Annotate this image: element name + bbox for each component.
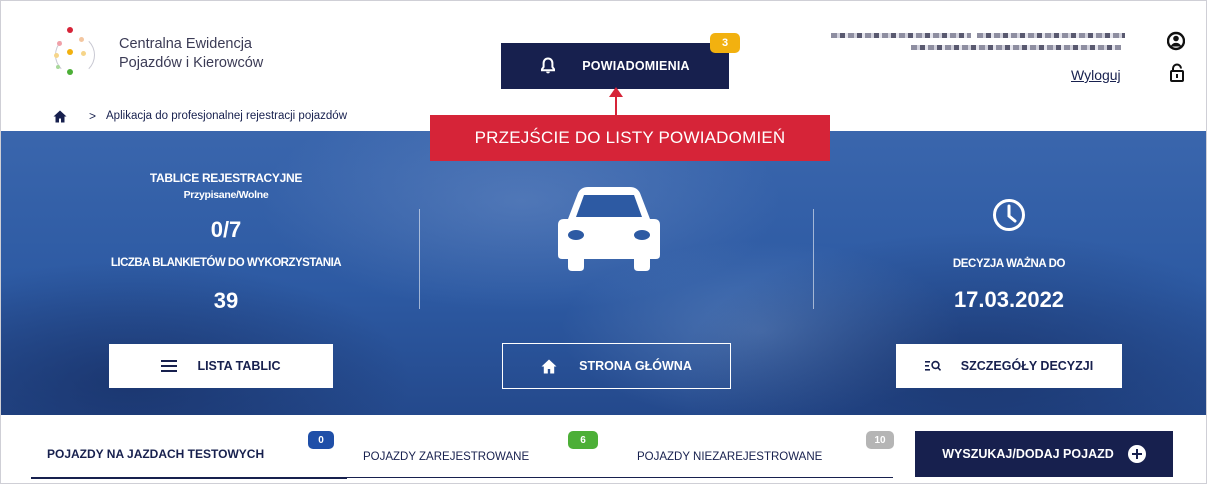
notifications-button[interactable]: POWIADOMIENIA (501, 43, 729, 89)
search-add-label: WYSZUKAJ/DODAJ POJAZD (942, 447, 1114, 461)
home-icon[interactable] (53, 110, 67, 123)
tab-label: POJAZDY NIEZAREJESTROWANE (637, 451, 823, 463)
active-tab-underline (31, 477, 347, 479)
home-icon (541, 359, 557, 373)
tab-test-drive-vehicles[interactable]: POJAZDY NA JAZDACH TESTOWYCH (47, 447, 264, 461)
brand-line-1: Centralna Ewidencja (119, 36, 252, 52)
tab-count-badge: 10 (866, 431, 894, 449)
home-page-label: STRONA GŁÓWNA (579, 359, 692, 373)
brand-line-2: Pojazdów i Kierowców (119, 55, 264, 71)
menu-icon (161, 360, 178, 372)
plates-value: 0/7 (210, 217, 242, 242)
clock-icon (993, 199, 1025, 231)
breadcrumb: > Aplikacja do profesjonalnej rejestracj… (53, 109, 347, 123)
user-account-icon[interactable] (1167, 31, 1185, 51)
home-page-button[interactable]: STRONA GŁÓWNA (502, 343, 731, 389)
hero-banner: TABLICE REJESTRACYJNE Przypisane/Wolne 0… (1, 131, 1206, 415)
tab-label: POJAZDY ZAREJESTROWANE (363, 451, 530, 463)
brand-name: Centralna Ewidencja Pojazdów i Kierowców (119, 35, 263, 73)
tab-count-badge: 0 (308, 431, 334, 449)
divider-left (419, 209, 420, 309)
tab-registered-vehicles[interactable]: POJAZDY ZAREJESTROWANE (363, 451, 529, 463)
plates-list-button[interactable]: LISTA TABLIC (109, 344, 333, 388)
plates-subtitle: Przypisane/Wolne (183, 189, 269, 201)
tab-unregistered-vehicles[interactable]: POJAZDY NIEZAREJESTROWANE (637, 451, 822, 463)
user-info-redacted (831, 27, 1131, 61)
decision-title: DECYZJA WAŻNA DO (952, 258, 1066, 270)
blanks-value: 39 (213, 288, 239, 313)
breadcrumb-current: Aplikacja do profesjonalnej rejestracji … (106, 110, 348, 122)
plates-title: TABLICE REJESTRACYJNE (149, 171, 303, 185)
cepik-logo (51, 27, 99, 81)
search-add-vehicle-button[interactable]: WYSZUKAJ/DODAJ POJAZD (915, 431, 1173, 477)
callout-annotation: PRZEJŚCIE DO LISTY POWIADOMIEŃ (430, 115, 830, 161)
notifications-count-badge: 3 (710, 33, 740, 53)
app-frame: Centralna Ewidencja Pojazdów i Kierowców… (0, 0, 1207, 484)
callout-arrow (615, 91, 617, 117)
tab-label: POJAZDY NA JAZDACH TESTOWYCH (47, 447, 265, 461)
plus-circle-icon (1127, 445, 1146, 463)
notifications-label: POWIADOMIENIA (582, 59, 690, 73)
list-search-icon (924, 360, 941, 371)
decision-date: 17.03.2022 (953, 287, 1065, 312)
tabs-baseline (347, 477, 893, 478)
car-icon (558, 187, 660, 271)
tab-count-badge: 6 (568, 431, 598, 449)
unlock-icon (1170, 63, 1184, 82)
plates-list-label: LISTA TABLIC (197, 359, 281, 373)
decision-details-button[interactable]: SZCZEGÓŁY DECYZJI (896, 344, 1122, 388)
bell-icon (541, 57, 556, 74)
logout-link[interactable]: Wyloguj (1071, 67, 1121, 83)
chevron-right-icon: > (89, 109, 97, 123)
divider-right (813, 209, 814, 309)
blanks-title: LICZBA BLANKIETÓW DO WYKORZYSTANIA (110, 257, 342, 269)
decision-details-label: SZCZEGÓŁY DECYZJI (960, 359, 1094, 373)
